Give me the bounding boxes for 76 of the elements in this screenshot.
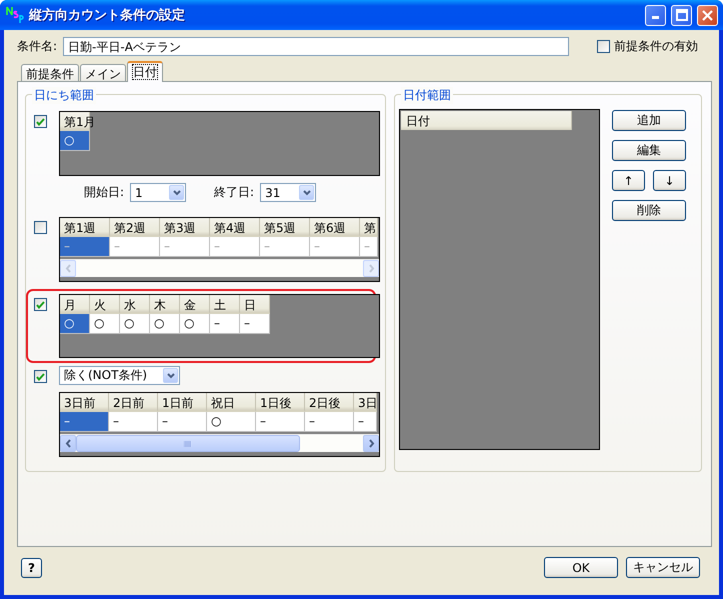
column-header[interactable]: 第6週 [310, 218, 360, 237]
window-title: 縦方向カウント条件の設定 [29, 6, 186, 24]
filter-dropdown[interactable]: 除く(NOT条件) [59, 366, 180, 385]
ok-button[interactable]: OK [544, 557, 618, 578]
arrow-button[interactable]: ↑ [612, 170, 645, 191]
column-header[interactable]: 1日前 [158, 393, 207, 412]
caret-icon[interactable] [172, 190, 181, 196]
grid-cell[interactable]: – [305, 412, 354, 432]
field-label: 開始日: [84, 184, 124, 201]
caret-icon[interactable] [302, 190, 311, 196]
group-title: 日にち範囲 [32, 87, 96, 104]
action-button[interactable]: 削除 [612, 200, 686, 221]
field-label: 条件名: [17, 38, 58, 54]
grid-cell[interactable]: – [354, 412, 377, 432]
checkbox[interactable] [34, 298, 47, 311]
day-dropdown[interactable]: 1 [130, 183, 186, 202]
column-header[interactable]: 月 [60, 295, 90, 314]
caret-icon[interactable] [166, 372, 174, 378]
column-header[interactable]: 第 [360, 218, 378, 237]
column-header[interactable]: 土 [210, 295, 240, 314]
checkbox[interactable] [597, 40, 610, 52]
column-header[interactable]: 3日前 [60, 393, 109, 412]
column-header[interactable]: 第3週 [160, 218, 210, 237]
column-header[interactable]: 祝日 [207, 393, 256, 412]
column-header[interactable]: 2日後 [305, 393, 354, 412]
checkbox[interactable] [34, 221, 47, 234]
column-header[interactable]: 第4週 [210, 218, 260, 237]
column-header[interactable]: 火 [90, 295, 120, 314]
column-header[interactable]: 3日 [354, 393, 377, 412]
arrow-button[interactable]: ↓ [653, 170, 686, 191]
field-label: 終了日: [214, 184, 254, 201]
grid-cell[interactable]: ○ [207, 412, 256, 432]
column-header[interactable]: 金 [180, 295, 210, 314]
action-button[interactable]: 追加 [612, 110, 686, 131]
column-header[interactable]: 第5週 [260, 218, 310, 237]
grid-cell[interactable]: ○ [60, 131, 90, 151]
horizontal-scrollbar[interactable] [60, 434, 379, 452]
close-button[interactable] [697, 4, 718, 26]
maximize-button[interactable] [671, 4, 692, 26]
grid-cell[interactable]: ○ [60, 314, 90, 334]
grid-cell[interactable]: – [256, 412, 305, 432]
group-title: 日付範囲 [401, 87, 453, 104]
grid-cell[interactable]: ○ [120, 314, 150, 334]
column-header[interactable]: 1日後 [256, 393, 305, 412]
checkbox[interactable] [34, 115, 47, 128]
cancel-button[interactable]: キャンセル [626, 557, 700, 578]
maximize-icon [676, 9, 688, 21]
minimize-button[interactable] [645, 4, 666, 26]
grid-cell[interactable]: – [210, 314, 240, 334]
checkbox-label: 前提条件の有効 [614, 38, 698, 54]
column-header[interactable]: 2日前 [109, 393, 158, 412]
checkbox[interactable] [34, 370, 47, 383]
close-icon [702, 10, 713, 20]
column-header[interactable]: 第2週 [110, 218, 160, 237]
column-header[interactable]: 日付 [401, 111, 572, 130]
grid-cell[interactable]: ○ [180, 314, 210, 334]
column-header[interactable]: 水 [120, 295, 150, 314]
action-button[interactable]: 編集 [612, 140, 686, 161]
tab[interactable]: 前提条件 [21, 64, 79, 81]
grid-cell[interactable]: ○ [90, 314, 120, 334]
condition-name-field[interactable]: 日勤-平日-Aベテラン [63, 36, 570, 56]
column-header[interactable]: 日 [240, 295, 270, 314]
app-icon [6, 6, 24, 24]
day-dropdown[interactable]: 31 [260, 183, 316, 202]
grid-cell[interactable]: – [240, 314, 270, 334]
column-header[interactable]: 木 [150, 295, 180, 314]
tab[interactable]: 日付 [127, 61, 163, 82]
grid-cell[interactable]: – [109, 412, 158, 432]
tab[interactable]: メイン [80, 64, 126, 81]
grid-cell[interactable]: ○ [150, 314, 180, 334]
grid-cell[interactable]: – [60, 412, 109, 432]
column-header[interactable]: 第1週 [60, 218, 110, 237]
grip-icon [184, 440, 192, 446]
grid-cell[interactable]: – [158, 412, 207, 432]
help-button[interactable]: ? [21, 558, 42, 578]
date-list[interactable]: 日付 [399, 109, 600, 450]
